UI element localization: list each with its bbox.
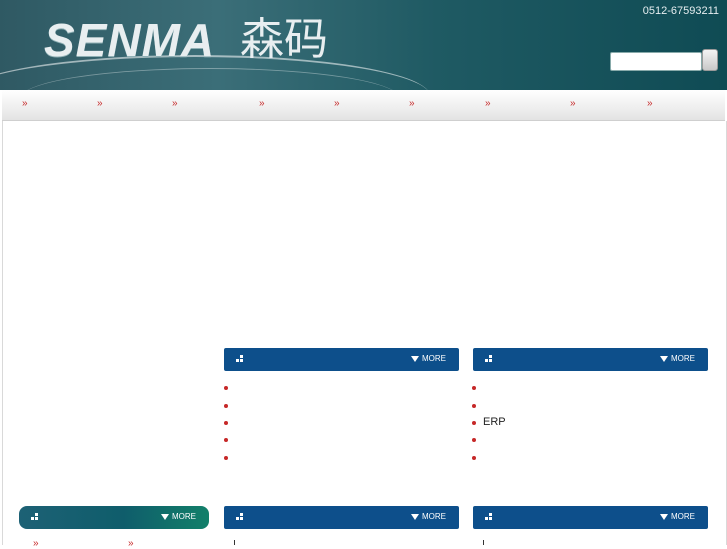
triangle-down-icon — [660, 355, 668, 362]
more-label: MORE — [422, 354, 446, 363]
list-bullet — [472, 404, 476, 408]
search-input[interactable] — [610, 52, 702, 71]
panel-header-products: MORE — [473, 348, 708, 371]
more-label: MORE — [172, 512, 196, 521]
grid-icon — [236, 355, 244, 363]
logo-chinese-text: 森码 — [240, 14, 328, 65]
list-marker — [234, 540, 235, 545]
list-bullet — [472, 386, 476, 390]
more-link[interactable]: MORE — [660, 354, 695, 363]
nav-item-7[interactable]: » — [485, 98, 491, 109]
more-label: MORE — [422, 512, 446, 521]
more-link[interactable]: MORE — [161, 512, 196, 521]
list-bullet — [472, 438, 476, 442]
site-header: SENMA 森码 0512-67593211 — [0, 0, 727, 90]
more-link[interactable]: MORE — [411, 354, 446, 363]
grid-icon — [485, 355, 493, 363]
panel-header-news: MORE — [224, 348, 459, 371]
panel-header-contact: MORE — [19, 506, 209, 529]
nav-item-3[interactable]: » — [172, 98, 178, 109]
list-bullet — [224, 456, 228, 460]
triangle-down-icon — [161, 513, 169, 520]
more-link[interactable]: MORE — [660, 512, 695, 521]
triangle-down-icon — [660, 513, 668, 520]
main-content — [2, 121, 727, 545]
nav-item-1[interactable]: » — [22, 98, 28, 109]
list-bullet — [472, 421, 476, 425]
triangle-down-icon — [411, 513, 419, 520]
logo-text: SENMA — [44, 14, 216, 66]
main-nav: » » » » » » » » » — [2, 90, 725, 121]
nav-item-4[interactable]: » — [259, 98, 265, 109]
more-link[interactable]: MORE — [411, 512, 446, 521]
logo[interactable]: SENMA 森码 — [44, 12, 344, 68]
contact-link[interactable]: » — [128, 538, 134, 549]
list-bullet — [224, 404, 228, 408]
grid-icon — [485, 513, 493, 521]
search-button[interactable] — [702, 49, 718, 71]
more-label: MORE — [671, 354, 695, 363]
grid-icon — [236, 513, 244, 521]
phone-number: 0512-67593211 — [642, 5, 719, 17]
nav-item-6[interactable]: » — [409, 98, 415, 109]
panel-header-cases: MORE — [473, 506, 708, 529]
nav-item-8[interactable]: » — [570, 98, 576, 109]
list-marker — [483, 540, 484, 545]
list-bullet — [472, 456, 476, 460]
panel-header-solutions: MORE — [224, 506, 459, 529]
list-bullet — [224, 386, 228, 390]
more-label: MORE — [671, 512, 695, 521]
list-item[interactable]: ERP — [483, 416, 506, 428]
grid-icon — [31, 513, 39, 521]
nav-item-9[interactable]: » — [647, 98, 653, 109]
list-bullet — [224, 438, 228, 442]
nav-item-2[interactable]: » — [97, 98, 103, 109]
contact-link[interactable]: » — [33, 538, 39, 549]
list-bullet — [224, 421, 228, 425]
triangle-down-icon — [411, 355, 419, 362]
nav-item-5[interactable]: » — [334, 98, 340, 109]
